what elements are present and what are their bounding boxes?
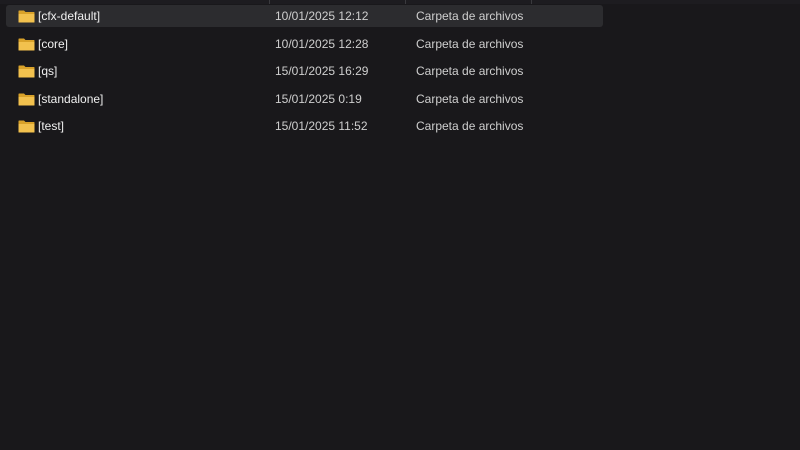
file-modified-date: 15/01/2025 11:52 [275,119,368,133]
file-modified-date: 10/01/2025 12:12 [275,9,369,23]
file-row-standalone[interactable]: [standalone] 15/01/2025 0:19 Carpeta de … [6,88,603,110]
file-type: Carpeta de archivos [416,119,524,133]
file-name: [core] [38,36,69,51]
column-separator[interactable] [269,0,270,4]
file-row-qs[interactable]: [qs] 15/01/2025 16:29 Carpeta de archivo… [6,60,603,82]
folder-icon [18,120,35,133]
column-separator[interactable] [531,0,532,4]
column-separator[interactable] [405,0,406,4]
file-name: [test] [38,119,65,133]
folder-icon [18,10,35,23]
file-type: Carpeta de archivos [416,64,524,78]
file-row-core[interactable]: [core] 10/01/2025 12:28 Carpeta de archi… [6,33,603,55]
file-type: Carpeta de archivos [416,9,524,23]
file-modified-date: 15/01/2025 0:19 [275,91,362,106]
folder-icon [18,65,35,78]
file-row-test[interactable]: [test] 15/01/2025 11:52 Carpeta de archi… [6,115,603,137]
file-explorer-window: [cfx-default] 10/01/2025 12:12 Carpeta d… [0,0,800,450]
file-modified-date: 10/01/2025 12:28 [275,36,369,51]
file-name: [cfx-default] [38,9,101,23]
file-list: [cfx-default] 10/01/2025 12:12 Carpeta d… [6,5,603,143]
folder-icon [18,93,35,105]
file-name: [qs] [38,64,58,78]
file-name: [standalone] [38,91,104,106]
file-modified-date: 15/01/2025 16:29 [275,64,369,78]
column-header-strip [0,0,800,4]
file-row-cfx-default[interactable]: [cfx-default] 10/01/2025 12:12 Carpeta d… [6,5,603,27]
file-type: Carpeta de archivos [416,36,524,51]
file-type: Carpeta de archivos [416,91,524,106]
folder-icon [18,38,35,50]
